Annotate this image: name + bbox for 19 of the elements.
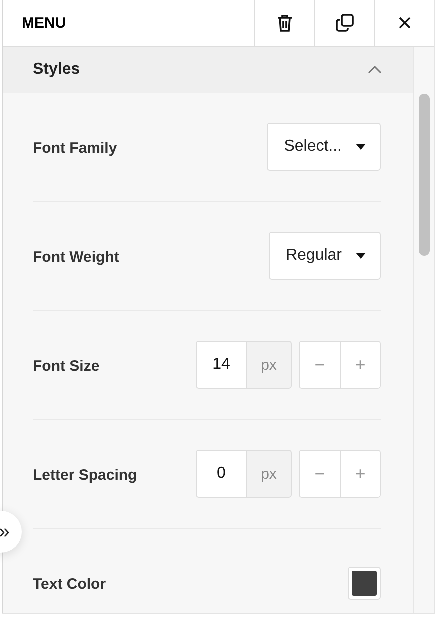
close-icon [398,16,412,30]
property-label: Font Family [33,140,118,156]
trash-icon [276,14,292,32]
menu-title: MENU [21,14,68,34]
dropdown[interactable]: Select... [267,123,381,171]
section-header[interactable]: Styles [3,47,413,93]
property-label: Font Size [33,358,100,374]
copy-icon [336,14,354,32]
property-label: Letter Spacing [33,466,138,484]
property-label: Text Color [33,576,106,593]
color-swatch[interactable] [348,567,381,600]
number-field[interactable]: 14 [196,341,246,389]
dropdown[interactable]: Regular [268,232,381,280]
unit-label: px [246,450,292,498]
caret-icon [356,144,366,150]
number-field[interactable]: 0 [196,450,246,498]
property-label: Font Weight [33,248,120,266]
caret-icon [356,253,366,259]
unit-label: px [246,341,292,389]
